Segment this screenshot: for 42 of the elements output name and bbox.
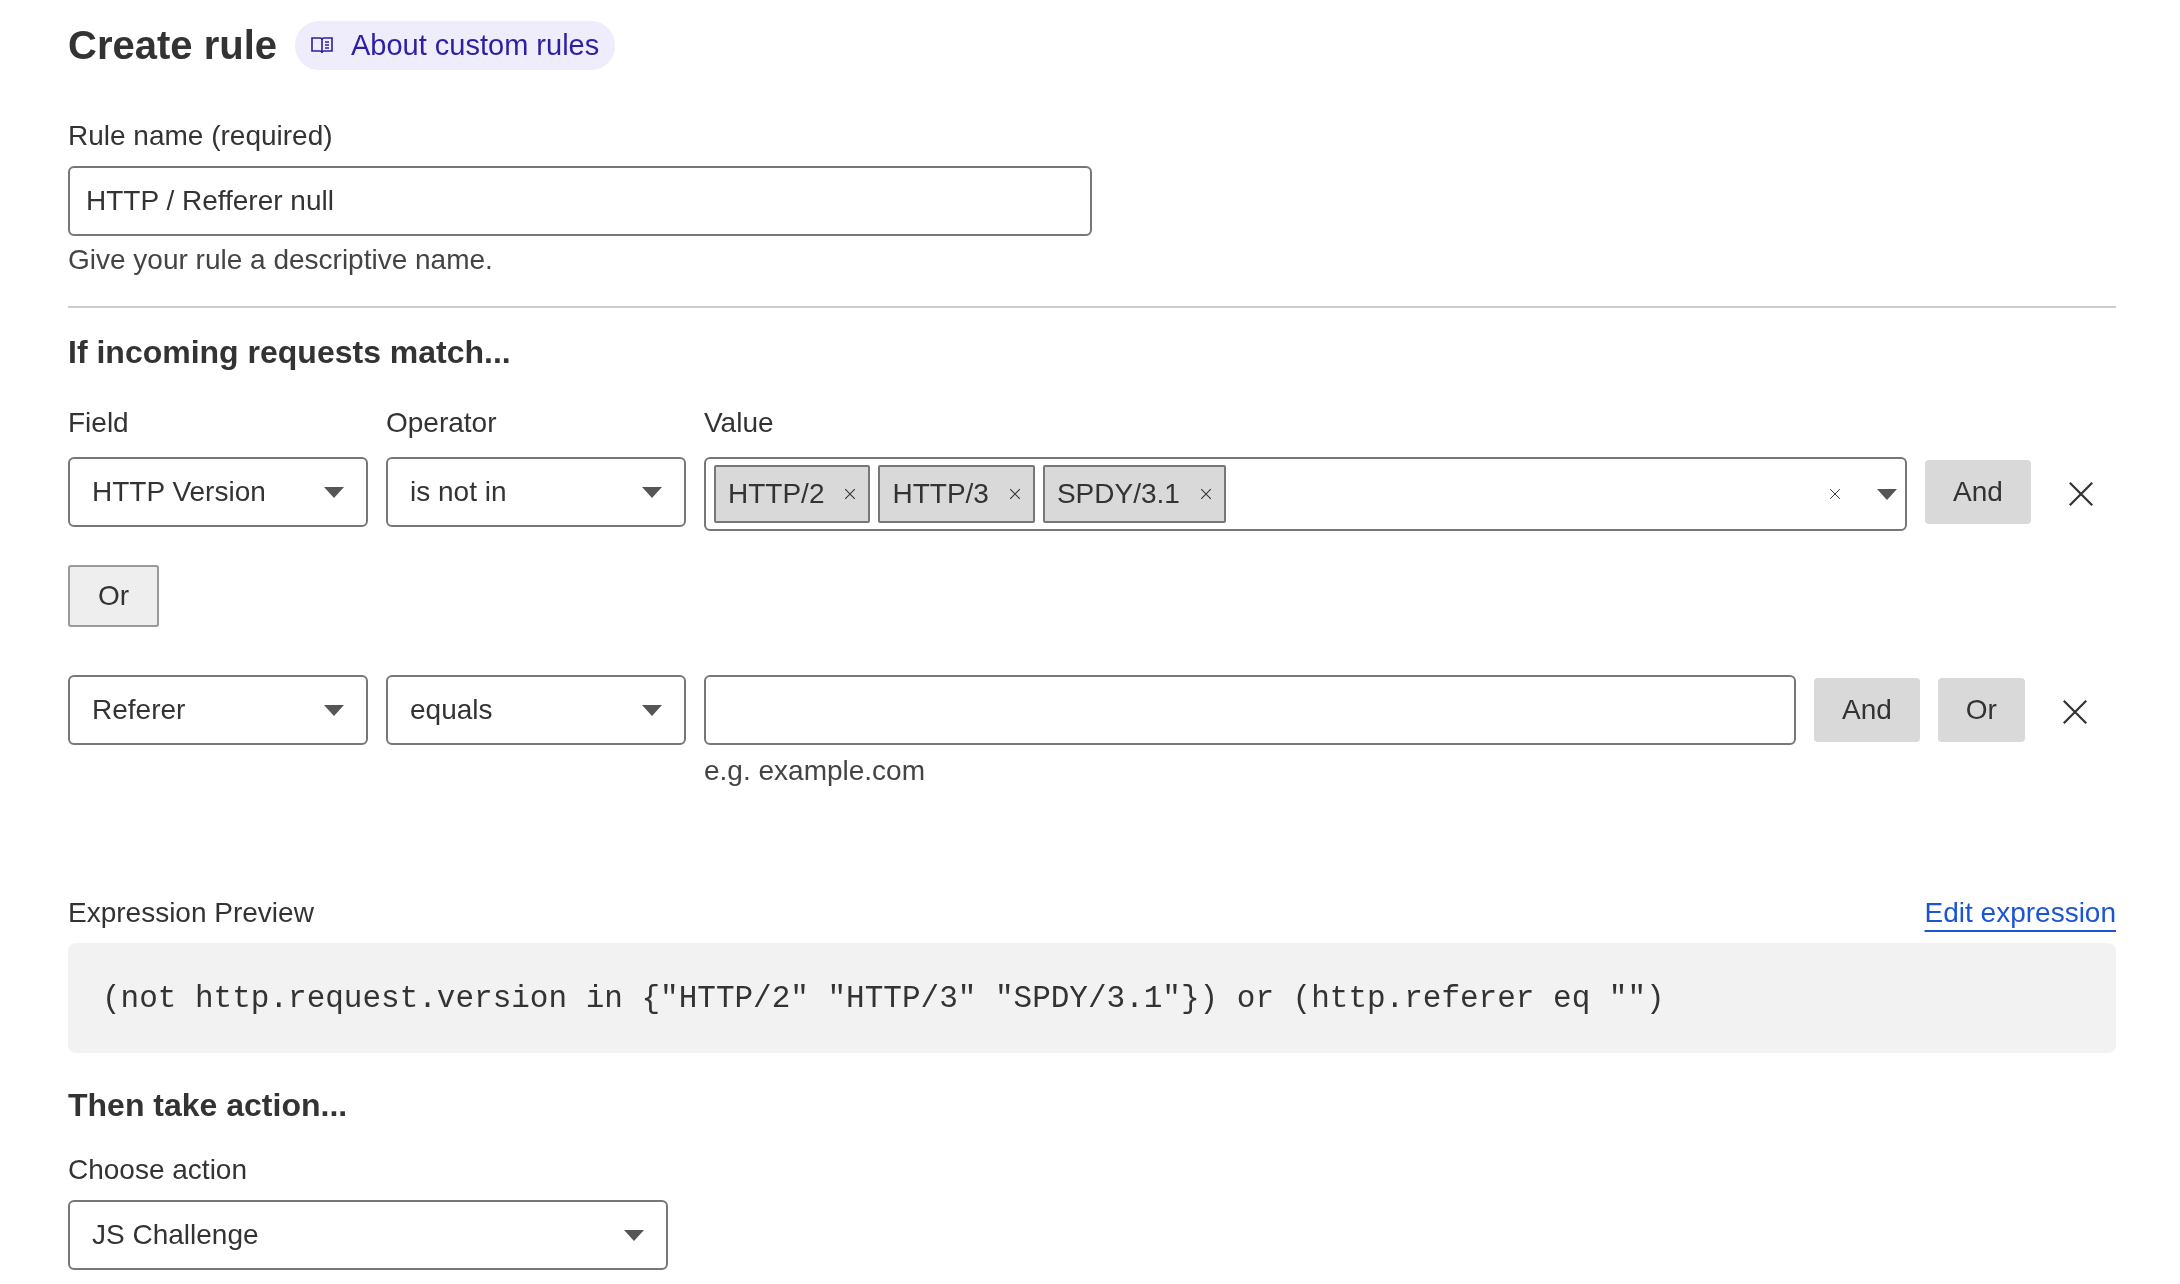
field-dropdown[interactable]: HTTP Version xyxy=(68,457,368,527)
section-heading: Then take action... xyxy=(68,1087,349,1124)
value-tag: SPDY/3.1 xyxy=(1042,465,1226,523)
close-icon[interactable] xyxy=(1829,488,1841,500)
expression-preview: (not http.request.version in {"HTTP/2" "HTTP/3" "SPDY/3.1"}) or (http.referer eq "") xyxy=(68,943,2116,1053)
close-icon[interactable] xyxy=(2066,480,2095,508)
edit-expression-link[interactable]: Edit expression xyxy=(1924,897,2116,929)
value-tag: HTTP/3 xyxy=(878,465,1035,523)
caret-icon xyxy=(324,486,344,498)
help-link[interactable]: About custom rules xyxy=(295,20,616,70)
column-label: Value xyxy=(704,407,774,439)
section-heading: If incoming requests match... xyxy=(68,334,512,371)
value-tag: HTTP/2 xyxy=(714,465,871,523)
caret-icon xyxy=(642,704,662,716)
close-icon[interactable] xyxy=(1008,488,1021,500)
rule-name-input[interactable]: HTTP / Refferer null xyxy=(68,166,1092,236)
column-label: Field xyxy=(68,407,130,439)
book-icon xyxy=(311,36,333,54)
or-button[interactable]: Or xyxy=(68,565,160,627)
column-label: Operator xyxy=(386,407,498,439)
action-dropdown[interactable]: JS Challenge xyxy=(68,1200,668,1270)
value-input[interactable] xyxy=(704,675,1796,745)
operator-dropdown[interactable]: equals xyxy=(386,675,686,745)
value-multiselect[interactable]: HTTP/2 HTTP/3 SPDY/3.1 xyxy=(704,457,1907,531)
close-icon[interactable] xyxy=(844,488,857,500)
caret-icon xyxy=(324,704,344,716)
value-hint: e.g. example.com xyxy=(704,755,926,787)
logic-button[interactable]: And xyxy=(1925,460,2031,524)
page-title: Create rule xyxy=(68,22,277,68)
field-dropdown[interactable]: Referer xyxy=(68,675,368,745)
caret-icon xyxy=(1877,488,1897,500)
field-label: Expression Preview xyxy=(68,897,314,929)
logic-button[interactable]: Or xyxy=(1937,678,2025,742)
logic-button[interactable]: And xyxy=(1814,678,1920,742)
field-label: Choose action xyxy=(68,1154,248,1186)
caret-icon xyxy=(624,1229,644,1241)
close-icon[interactable] xyxy=(1199,488,1212,500)
close-icon[interactable] xyxy=(2060,698,2089,726)
caret-icon xyxy=(642,486,662,498)
field-label: Rule name (required) xyxy=(68,120,334,152)
operator-dropdown[interactable]: is not in xyxy=(386,457,686,527)
help-text: Give your rule a descriptive name. xyxy=(68,244,494,276)
